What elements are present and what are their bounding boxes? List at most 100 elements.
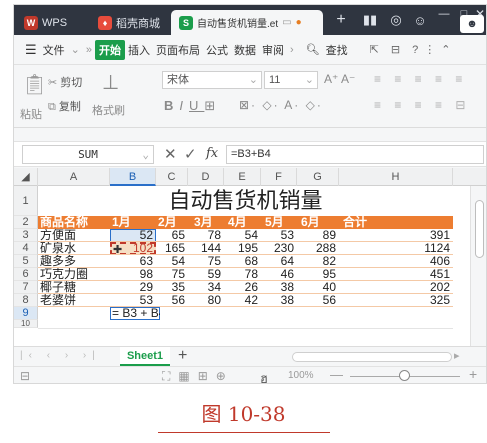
- horizontal-scrollbar[interactable]: [292, 352, 452, 362]
- sheet-tab-bar: |‹ ‹ › ›| Sheet1 + ▸: [14, 346, 486, 366]
- row-header-3[interactable]: 3: [14, 229, 38, 242]
- align-horizontal-icons[interactable]: ≡ ≡ ≡ ≡ ⊟: [374, 98, 470, 112]
- vertical-scroll-thumb[interactable]: [475, 200, 484, 258]
- bold-italic-underline-icons[interactable]: BIU⊞: [164, 98, 221, 114]
- row-header-4[interactable]: 4: [14, 242, 38, 255]
- insert-function-icon[interactable]: fx: [206, 146, 218, 161]
- more-left-icon[interactable]: »: [83, 44, 95, 56]
- zoom-slider-thumb[interactable]: [399, 370, 410, 381]
- header-cell[interactable]: 3月: [194, 216, 224, 229]
- column-header-f[interactable]: F: [261, 168, 297, 186]
- row-header-8[interactable]: 8: [14, 294, 38, 307]
- column-header-g[interactable]: G: [297, 168, 339, 186]
- menu-formula[interactable]: 公式: [203, 42, 231, 58]
- font-size-select[interactable]: 11 ⌄: [264, 71, 318, 89]
- format-painter-icon[interactable]: ⊥: [102, 70, 119, 95]
- formula-input[interactable]: =B3+B4: [226, 145, 484, 164]
- tab-wps-home[interactable]: W WPS: [16, 10, 75, 35]
- font-name-select[interactable]: 宋体 ⌄: [162, 71, 262, 89]
- avatar[interactable]: ☻: [460, 15, 484, 33]
- row-header-2[interactable]: 2: [14, 216, 38, 229]
- account-icon[interactable]: ☺: [410, 9, 430, 31]
- menu-data[interactable]: 数据: [231, 42, 259, 58]
- search-icon[interactable]: 🔍︎: [303, 43, 323, 56]
- menu-home-tab[interactable]: 开始: [95, 39, 125, 60]
- column-header-h[interactable]: H: [339, 168, 453, 186]
- caption-underline: [158, 432, 330, 433]
- menu-bar: ☰ 文件 ⌄ » 开始 插入 页面布局 公式 数据 审阅 › 🔍︎ 查找 ⇱ ⊟…: [14, 35, 486, 65]
- column-header-b[interactable]: B: [110, 168, 156, 186]
- new-tab-button[interactable]: +: [331, 9, 351, 31]
- hamburger-icon[interactable]: ☰: [22, 42, 40, 58]
- more-options-icon[interactable]: ⋮: [421, 43, 438, 56]
- paste-icon[interactable]: 📋︎: [22, 72, 47, 97]
- search-label[interactable]: 查找: [323, 42, 351, 58]
- row-header-6[interactable]: 6: [14, 268, 38, 281]
- header-cell[interactable]: 6月: [301, 216, 339, 229]
- add-sheet-button[interactable]: +: [178, 347, 187, 365]
- collapse-ribbon-icon[interactable]: ⌃: [438, 43, 453, 56]
- help-icon[interactable]: ?: [409, 44, 421, 56]
- zoom-out-button[interactable]: —: [330, 367, 343, 382]
- sheet-tab-sheet1[interactable]: Sheet1: [120, 347, 170, 366]
- confirm-edit-icon[interactable]: ✓: [184, 145, 197, 163]
- more-right-icon[interactable]: ›: [287, 44, 297, 56]
- vertical-scrollbar[interactable]: [470, 186, 486, 346]
- menu-insert[interactable]: 插入: [125, 42, 153, 58]
- column-header-c[interactable]: C: [156, 168, 188, 186]
- column-header-d[interactable]: D: [188, 168, 224, 186]
- paste-label[interactable]: 粘贴: [20, 106, 42, 122]
- macro-record-icon[interactable]: ⊟: [20, 369, 30, 383]
- row-header-7[interactable]: 7: [14, 281, 38, 294]
- menu-page-layout[interactable]: 页面布局: [153, 42, 203, 58]
- cut-button[interactable]: ✂ 剪切: [48, 74, 82, 90]
- name-box-value: SUM: [78, 148, 98, 161]
- header-cell[interactable]: 商品名称: [40, 216, 110, 229]
- menu-file[interactable]: 文件: [40, 42, 68, 58]
- scroll-right-icon[interactable]: ▸: [454, 349, 460, 362]
- menu-review[interactable]: 审阅: [259, 42, 287, 58]
- zoom-in-button[interactable]: +: [469, 366, 477, 382]
- increase-font-icon[interactable]: A⁺ A⁻: [324, 72, 355, 86]
- row-header-5[interactable]: 5: [14, 255, 38, 268]
- eye-protection-icon[interactable]: ฮ: [260, 368, 268, 383]
- view-mode-icons[interactable]: ⛶▦⊞⊕: [162, 369, 234, 383]
- skin-icon[interactable]: ◎: [386, 9, 406, 31]
- monitor-icon: ▭: [282, 17, 292, 28]
- tab-docer-store[interactable]: ♦ 稻壳商城: [90, 10, 168, 35]
- spreadsheet-grid: ◢ A B C D E F G H 1 2 3 4 5 6 7 8 9 10 自…: [14, 168, 486, 346]
- row-header-10[interactable]: 10: [14, 320, 38, 328]
- header-cell[interactable]: 合计: [343, 216, 393, 229]
- copy-button[interactable]: ⧉ 复制: [48, 98, 81, 114]
- editing-cell-text[interactable]: = B3 + B4: [112, 307, 160, 320]
- header-cell[interactable]: 4月: [228, 216, 261, 229]
- share-icon[interactable]: ⇱: [367, 43, 382, 56]
- fill-color-icon[interactable]: ⊠· ◇· A· ◇·: [239, 98, 323, 112]
- column-header-row: ◢ A B C D E F G H: [14, 168, 486, 186]
- name-box[interactable]: SUM ⌄: [22, 145, 154, 164]
- header-cell[interactable]: 5月: [265, 216, 297, 229]
- grid-line: [38, 328, 453, 329]
- layout-icon[interactable]: ▮▮: [359, 9, 381, 31]
- scissors-icon: ✂: [48, 77, 61, 89]
- row-header-9[interactable]: 9: [14, 307, 38, 320]
- chevron-down-icon[interactable]: ⌄: [68, 43, 83, 56]
- collaborate-icon[interactable]: ⊟: [388, 43, 403, 56]
- column-header-e[interactable]: E: [224, 168, 261, 186]
- select-all-corner[interactable]: ◢: [14, 168, 38, 186]
- column-header-a[interactable]: A: [38, 168, 110, 186]
- row-header-1[interactable]: 1: [14, 186, 38, 216]
- format-painter-label[interactable]: 格式刷: [92, 102, 125, 118]
- sheet-nav-arrows-icon[interactable]: |‹ ‹ › ›|: [20, 350, 101, 361]
- tab-spreadsheet-file[interactable]: S 自动售货机销量.et ▭ ●: [171, 10, 323, 35]
- header-cell[interactable]: 2月: [158, 216, 188, 229]
- header-cell[interactable]: 1月: [112, 216, 156, 229]
- align-top-icons[interactable]: ≡ ≡ ≡ ≡ ≡: [374, 72, 467, 86]
- zoom-level[interactable]: 100%: [288, 370, 314, 381]
- wps-spreadsheet-window: W WPS ♦ 稻壳商城 S 自动售货机销量.et ▭ ● + ▮▮ ◎ ☺ —…: [13, 4, 487, 384]
- font-size-value: 11: [269, 74, 281, 86]
- cancel-edit-icon[interactable]: ✕: [164, 145, 177, 163]
- minimize-button[interactable]: —: [434, 5, 454, 25]
- sheet-title[interactable]: 自动售货机销量: [38, 189, 453, 215]
- copy-label: 复制: [58, 101, 81, 113]
